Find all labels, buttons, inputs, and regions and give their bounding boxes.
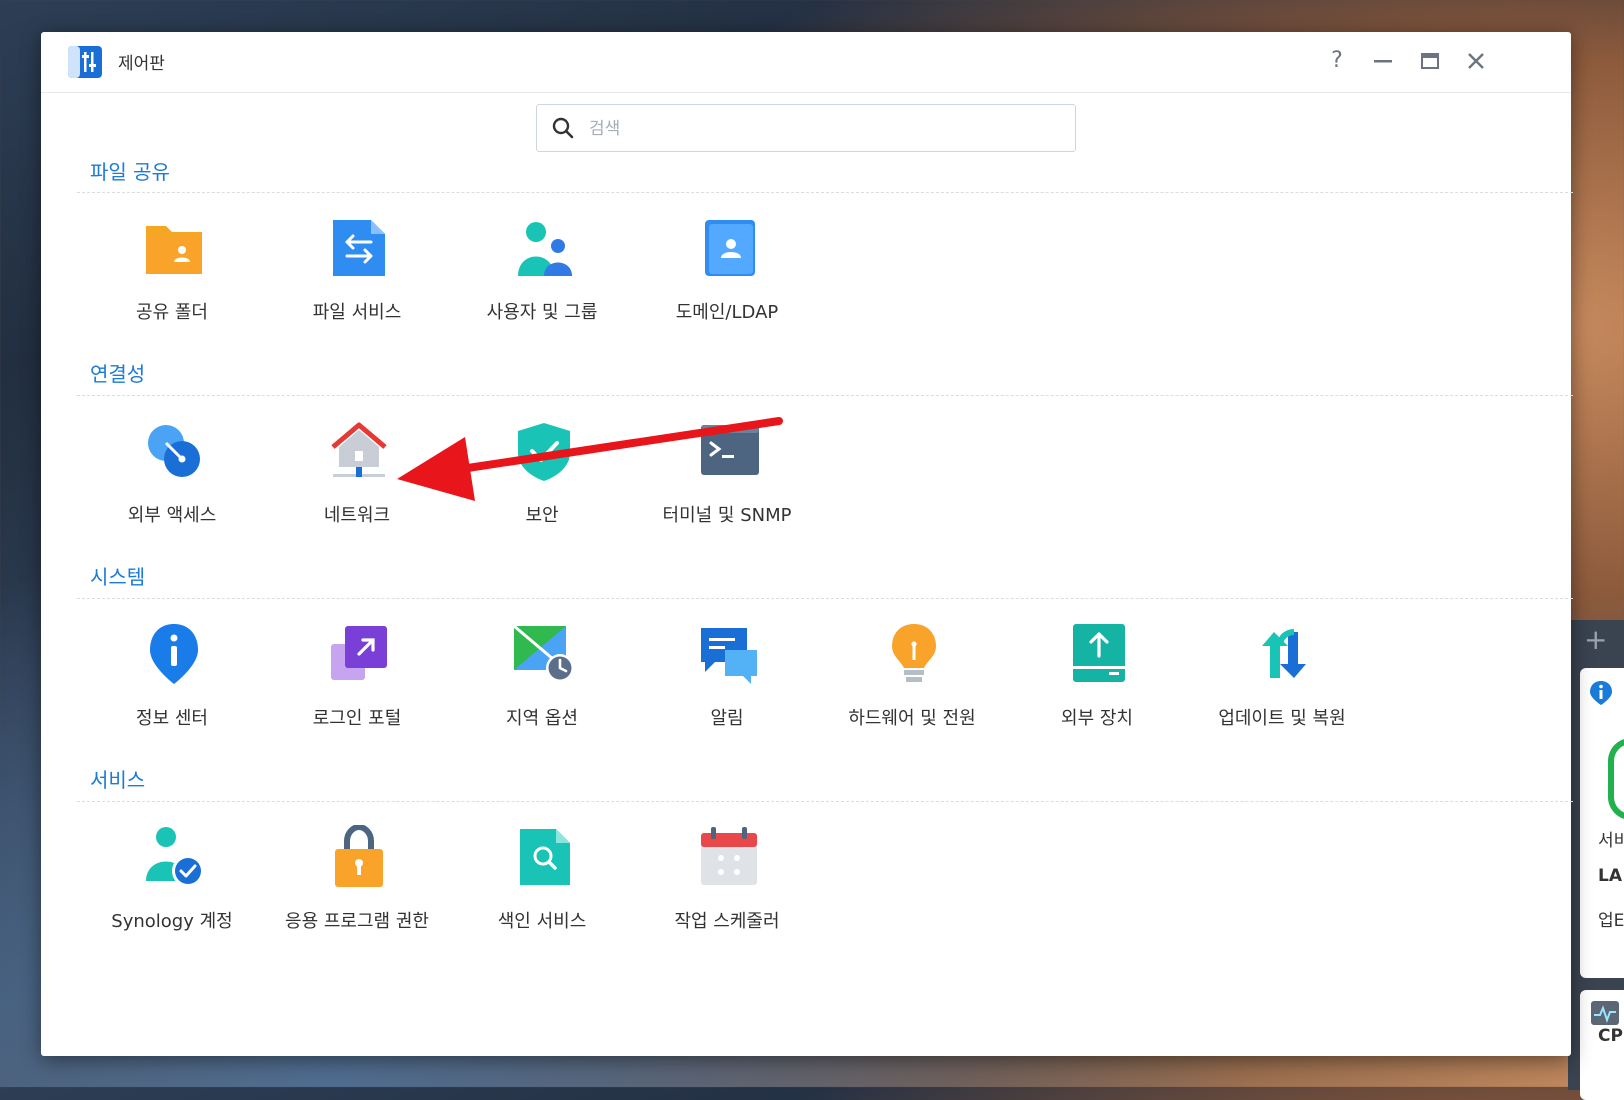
login-portal-icon: [331, 626, 387, 680]
info-center-icon: [150, 624, 198, 684]
lightbulb-icon: [892, 624, 936, 682]
file-services-icon: [333, 220, 385, 276]
widget-text-lan: LA: [1598, 866, 1622, 886]
item-external-devices[interactable]: 외부 장치: [1002, 622, 1192, 752]
item-external-access[interactable]: 외부 액세스: [77, 419, 267, 549]
search-box[interactable]: [536, 104, 1076, 152]
info-icon: [1590, 681, 1612, 705]
control-panel-window: 제어판 ? 파일 공유 공유 폴더: [41, 32, 1573, 1056]
item-label: 응용 프로그램 권한: [285, 911, 429, 932]
maximize-icon: [1421, 53, 1439, 69]
close-button[interactable]: [1461, 46, 1491, 76]
annotation-arrow: [397, 417, 783, 501]
section-divider: [77, 192, 1573, 193]
add-widget-icon[interactable]: +: [1584, 626, 1607, 654]
search-icon: [552, 117, 574, 139]
external-device-icon: [1073, 624, 1125, 682]
item-label: 지역 옵션: [506, 708, 578, 729]
item-login-portal[interactable]: 로그인 포털: [262, 622, 452, 752]
help-button[interactable]: ?: [1322, 46, 1352, 76]
item-label: 알림: [710, 708, 744, 729]
item-label: 공유 폴더: [136, 302, 208, 323]
notification-icon: [701, 628, 757, 684]
section-divider: [77, 598, 1573, 599]
domain-ldap-icon: [705, 220, 755, 276]
item-label: 외부 액세스: [127, 505, 217, 526]
item-notification[interactable]: 알림: [632, 622, 822, 752]
section-divider: [77, 395, 1573, 396]
section-title-file-sharing: 파일 공유: [90, 160, 170, 184]
title-bar[interactable]: 제어판 ?: [41, 32, 1571, 93]
resource-monitor-widget: CP: [1580, 990, 1624, 1100]
network-icon: [331, 422, 387, 477]
close-icon: [1468, 53, 1484, 69]
section-title-services: 서비스: [90, 768, 146, 792]
item-label: Synology 계정: [111, 911, 233, 932]
item-user-group[interactable]: 사용자 및 그룹: [447, 216, 637, 346]
item-label: 파일 서비스: [312, 302, 402, 323]
update-restore-icon: [1262, 629, 1306, 678]
system-health-widget: 서비 LA 업E: [1580, 668, 1624, 978]
item-label: 색인 서비스: [497, 911, 587, 932]
item-file-services[interactable]: 파일 서비스: [262, 216, 452, 346]
item-label: 작업 스케줄러: [674, 911, 780, 932]
external-access-icon: [148, 425, 200, 477]
item-label: 도메인/LDAP: [675, 302, 779, 323]
item-label: 사용자 및 그룹: [486, 302, 598, 323]
minimize-button[interactable]: [1368, 46, 1398, 76]
lock-icon: [335, 825, 383, 887]
user-group-icon: [518, 222, 572, 276]
item-label: 정보 센터: [136, 708, 208, 729]
section-divider: [77, 801, 1573, 802]
item-indexing-service[interactable]: 색인 서비스: [447, 825, 637, 955]
item-synology-account[interactable]: Synology 계정: [77, 825, 267, 955]
window-title: 제어판: [118, 54, 165, 74]
item-domain-ldap[interactable]: 도메인/LDAP: [632, 216, 822, 346]
status-ring: [1608, 738, 1624, 820]
item-update-restore[interactable]: 업데이트 및 복원: [1187, 622, 1377, 752]
section-title-system: 시스템: [90, 565, 146, 589]
minimize-icon: [1374, 60, 1392, 63]
monitor-icon: [1591, 1001, 1619, 1025]
item-task-scheduler[interactable]: 작업 스케줄러: [632, 825, 822, 955]
item-shared-folder[interactable]: 공유 폴더: [77, 216, 267, 346]
section-title-connectivity: 연결성: [90, 362, 146, 386]
item-application-privileges[interactable]: 응용 프로그램 권한: [262, 825, 452, 955]
widget-text-cpu: CP: [1598, 1026, 1623, 1046]
item-label: 외부 장치: [1061, 708, 1133, 729]
widget-text-server: 서비: [1598, 831, 1624, 851]
maximize-button[interactable]: [1415, 46, 1445, 76]
search-input[interactable]: [587, 113, 1061, 145]
item-hardware-power[interactable]: 하드웨어 및 전원: [817, 622, 1007, 752]
control-panel-app-icon: [68, 46, 102, 78]
synology-account-icon: [146, 827, 204, 887]
calendar-icon: [701, 827, 757, 885]
item-label: 로그인 포털: [312, 708, 402, 729]
item-label: 하드웨어 및 전원: [848, 708, 976, 729]
regional-options-icon: [513, 624, 574, 682]
item-info-center[interactable]: 정보 센터: [77, 622, 267, 752]
shared-folder-icon: [146, 226, 202, 274]
indexing-service-icon: [520, 829, 570, 885]
widget-text-update: 업E: [1598, 911, 1624, 931]
item-regional-options[interactable]: 지역 옵션: [447, 622, 637, 752]
item-label: 업데이트 및 복원: [1218, 708, 1346, 729]
